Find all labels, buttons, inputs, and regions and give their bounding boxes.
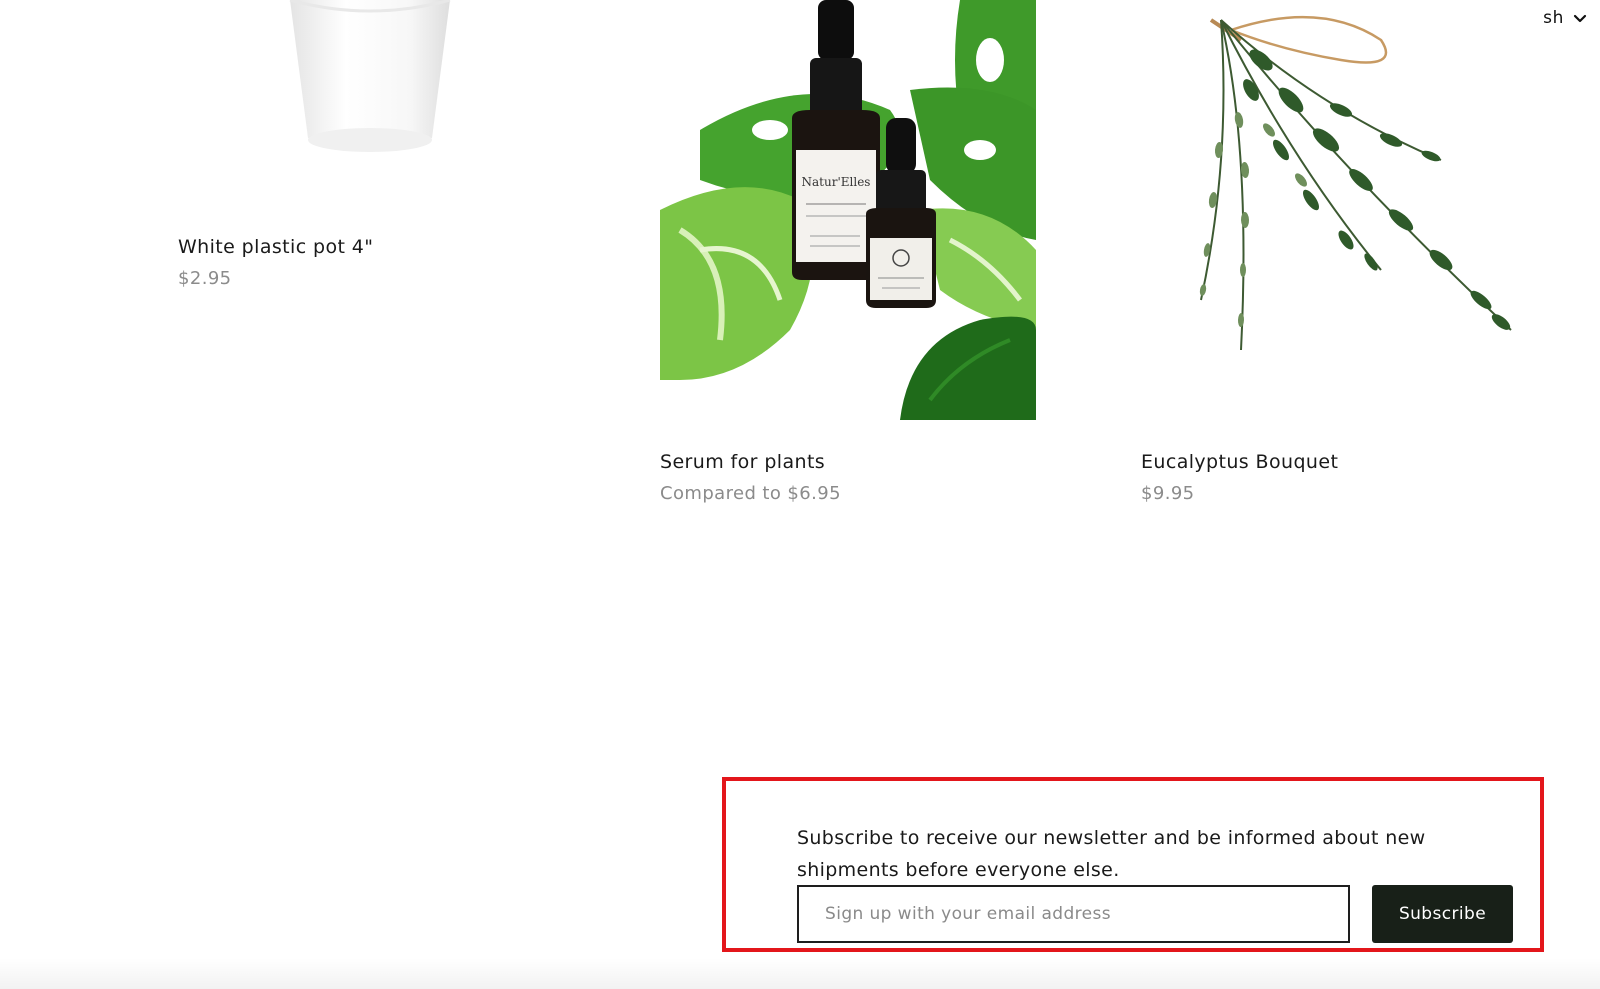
svg-text:Natur'Elles: Natur'Elles [802, 175, 871, 189]
chevron-down-icon [1573, 14, 1587, 23]
page: English White plastic pot [0, 0, 1600, 989]
email-signup-input[interactable] [797, 885, 1350, 943]
product-image-eucalyptus[interactable] [1141, 0, 1541, 420]
product-name[interactable]: Serum for plants [660, 451, 825, 473]
white-pot-image [289, 0, 451, 152]
page-bottom-shadow [0, 958, 1600, 989]
product-price: Compared to $6.95 [660, 483, 841, 504]
serum-bottles-image: Natur'Elles [660, 0, 1036, 420]
product-card-eucalyptus[interactable]: Eucalyptus Bouquet $9.95 [1141, 0, 1541, 520]
product-price: $2.95 [178, 268, 232, 289]
eucalyptus-bouquet-image [1141, 0, 1541, 420]
product-name[interactable]: White plastic pot 4" [178, 236, 373, 258]
product-card-serum[interactable]: Natur'Elles Serum for plants Compared to… [660, 0, 1040, 520]
newsletter-description: Subscribe to receive our newsletter and … [797, 827, 1426, 881]
subscribe-button[interactable]: Subscribe [1372, 885, 1513, 943]
product-card-white-pot[interactable]: White plastic pot 4" $2.95 [178, 0, 558, 300]
product-image-white-pot[interactable] [282, 0, 458, 160]
product-name[interactable]: Eucalyptus Bouquet [1141, 451, 1338, 473]
product-price: $9.95 [1141, 483, 1195, 504]
product-image-serum[interactable]: Natur'Elles [660, 0, 1036, 420]
